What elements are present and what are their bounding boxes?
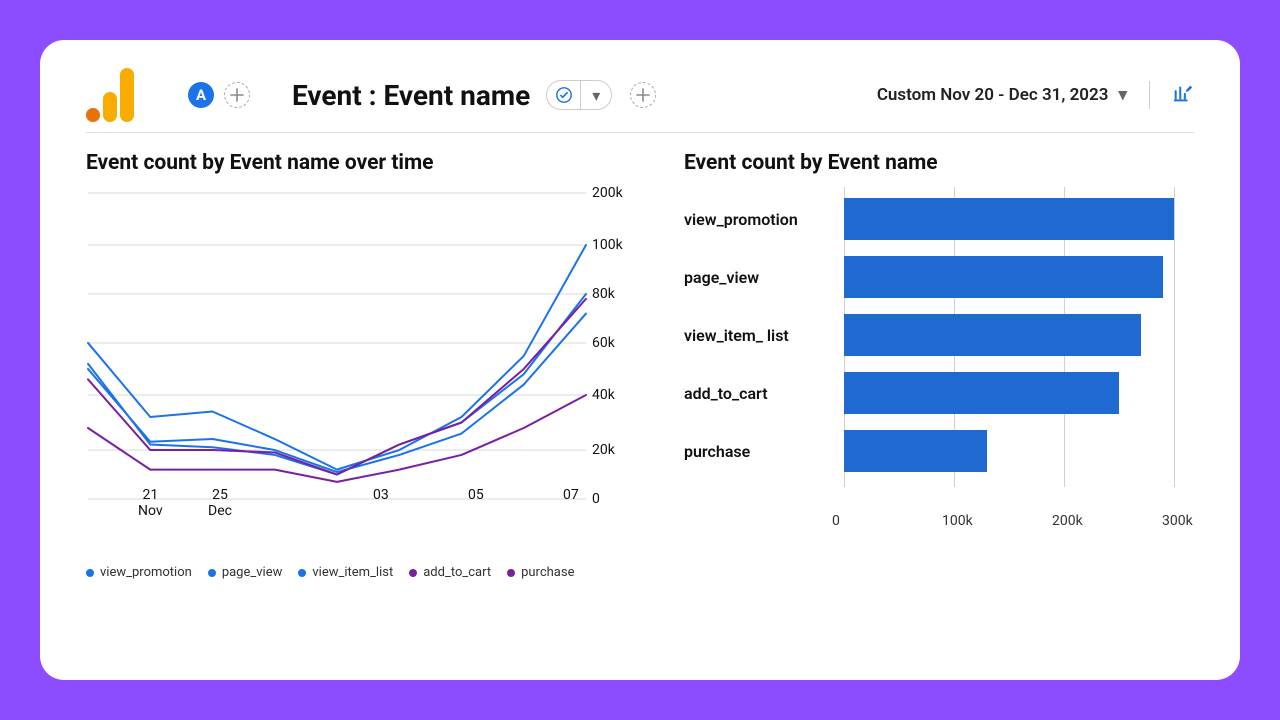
- legend-label: purchase: [521, 565, 574, 580]
- panel-line-chart: Event count by Event name over time 200k…: [86, 151, 646, 580]
- add-dimension-button[interactable]: [630, 82, 656, 108]
- date-range-label: Custom Nov 20 - Dec 31, 2023: [877, 85, 1109, 105]
- legend-swatch: [507, 569, 515, 577]
- bar-chart: view_promotion page_view view_item_ list ad…: [684, 187, 1174, 519]
- x-tick-label: 0: [832, 513, 840, 529]
- chevron-down-icon: ▾: [581, 86, 611, 105]
- x-tick-label: 07: [563, 487, 579, 503]
- bar-label: add_to_cart: [684, 384, 834, 403]
- bar-label: view_promotion: [684, 210, 834, 229]
- bar-label: view_item_ list: [684, 326, 834, 345]
- panel-title-right: Event count by Event name: [684, 151, 1174, 175]
- date-range-picker[interactable]: Custom Nov 20 - Dec 31, 2023 ▾: [877, 85, 1127, 105]
- add-segment-button[interactable]: [224, 82, 250, 108]
- bar: [844, 372, 1119, 414]
- legend-swatch: [86, 569, 94, 577]
- x-tick-label: 05: [468, 487, 484, 503]
- customize-report-button[interactable]: [1172, 82, 1194, 108]
- y-tick-label: 80k: [592, 286, 648, 302]
- segment-chip[interactable]: A: [188, 82, 214, 108]
- legend-label: view_item_list: [312, 565, 393, 580]
- header: A Event : Event name ▾ Custom Nov 20 - D…: [86, 68, 1194, 133]
- legend-item[interactable]: purchase: [507, 565, 574, 580]
- x-tick-label: 25Dec: [208, 487, 232, 519]
- y-tick-label: 40k: [592, 387, 648, 403]
- panel-bar-chart: Event count by Event name view_promotion…: [684, 151, 1174, 580]
- y-tick-label: 60k: [592, 335, 648, 351]
- bar-row: view_item_ list: [844, 313, 1174, 357]
- legend-swatch: [409, 569, 417, 577]
- bar-chart-edit-icon: [1172, 82, 1194, 104]
- plus-icon: [230, 88, 244, 102]
- legend-swatch: [208, 569, 216, 577]
- plus-icon: [636, 88, 650, 102]
- bar-row: purchase: [844, 429, 1174, 473]
- bar: [844, 430, 987, 472]
- legend-item[interactable]: view_item_list: [298, 565, 393, 580]
- bar-row: page_view: [844, 255, 1174, 299]
- chevron-down-icon: ▾: [1118, 85, 1127, 105]
- legend-label: page_view: [222, 565, 283, 580]
- legend-item[interactable]: add_to_cart: [409, 565, 491, 580]
- bar-row: view_promotion: [844, 197, 1174, 241]
- line-chart: 200k 100k 80k 60k 40k 20k 0 21Nov 25Dec 03 05 07: [86, 187, 646, 537]
- report-card: A Event : Event name ▾ Custom Nov 20 - D…: [40, 40, 1240, 680]
- y-tick-label: 0: [592, 491, 648, 507]
- bar: [844, 256, 1163, 298]
- legend-item[interactable]: page_view: [208, 565, 283, 580]
- analytics-logo: [86, 68, 134, 122]
- legend-label: add_to_cart: [423, 565, 491, 580]
- y-tick-label: 100k: [592, 237, 648, 253]
- page-title: Event : Event name: [292, 79, 530, 112]
- x-tick-label: 03: [373, 487, 389, 503]
- x-tick-label: 100k: [942, 513, 973, 529]
- bar-chart-rows: view_promotion page_view view_item_ list ad…: [844, 197, 1174, 473]
- x-tick-label: 21Nov: [138, 487, 163, 519]
- legend-swatch: [298, 569, 306, 577]
- dimension-pill[interactable]: ▾: [546, 80, 612, 110]
- line-chart-svg: [86, 187, 646, 537]
- legend-label: view_promotion: [100, 565, 192, 580]
- x-tick-label: 300k: [1162, 513, 1193, 529]
- check-circle-icon: [547, 81, 581, 109]
- x-tick-label: 200k: [1052, 513, 1083, 529]
- bar-label: purchase: [684, 442, 834, 461]
- legend-item[interactable]: view_promotion: [86, 565, 192, 580]
- content: Event count by Event name over time 200k…: [86, 151, 1194, 580]
- bar: [844, 314, 1141, 356]
- panel-title-left: Event count by Event name over time: [86, 151, 646, 175]
- bar-label: page_view: [684, 268, 834, 287]
- y-tick-label: 20k: [592, 442, 648, 458]
- y-tick-label: 200k: [592, 185, 648, 201]
- bar-row: add_to_cart: [844, 371, 1174, 415]
- divider: [1149, 81, 1150, 109]
- chart-legend: view_promotion page_view view_item_list add…: [86, 565, 646, 580]
- bar: [844, 198, 1174, 240]
